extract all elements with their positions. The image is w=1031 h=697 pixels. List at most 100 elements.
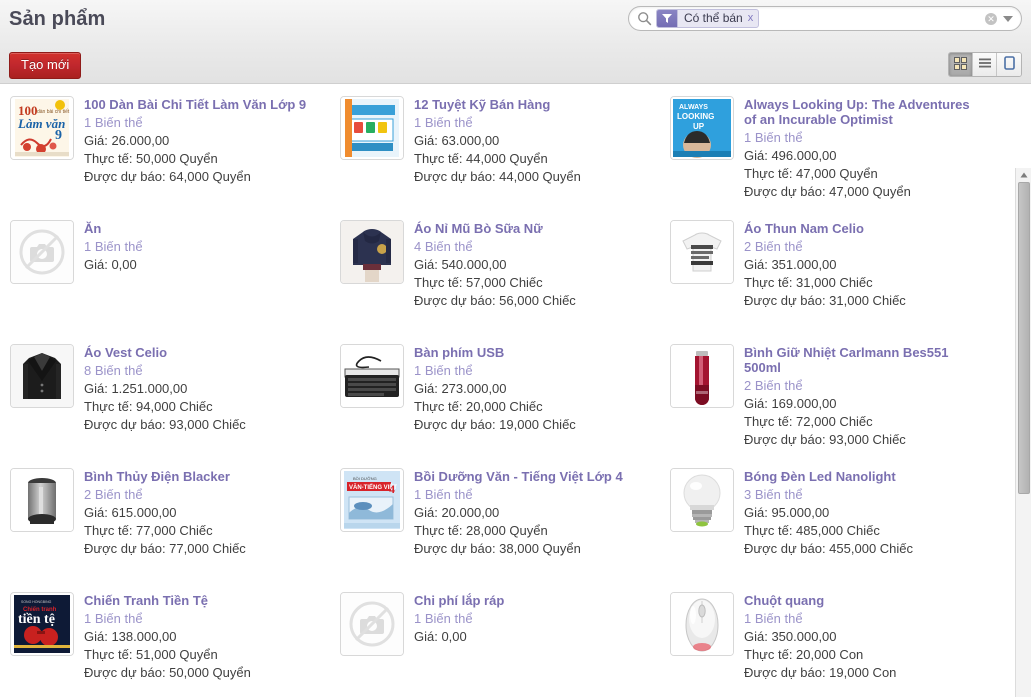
- product-variants-count: 8 Biến thể: [84, 363, 143, 378]
- product-forecast: Được dự báo: 56,000 Chiếc: [414, 293, 576, 308]
- product-price: Giá: 496.000,00: [744, 148, 837, 163]
- product-title-link[interactable]: Bàn phím USB: [414, 345, 654, 360]
- svg-text:dàn bài chi tiết: dàn bài chi tiết: [37, 109, 70, 115]
- product-title-link[interactable]: 100 Dàn Bài Chi Tiết Làm Văn Lớp 9: [84, 97, 324, 112]
- product-title-link[interactable]: Bình Giữ Nhiệt Carlmann Bes551 500ml: [744, 345, 982, 375]
- product-card[interactable]: Bàn phím USB 1 Biến thể Giá: 273.000,00 Thự…: [330, 336, 660, 460]
- scroll-up-arrow[interactable]: [1016, 168, 1031, 182]
- product-forecast: Được dự báo: 47,000 Quyển: [744, 184, 911, 199]
- product-variants-count: 4 Biến thể: [414, 239, 473, 254]
- product-variants-count: 1 Biến thể: [84, 115, 143, 130]
- search-facet-chip[interactable]: Có thể bán x: [656, 9, 760, 28]
- product-title-link[interactable]: Chi phí lắp ráp: [414, 593, 654, 608]
- create-new-button[interactable]: Tạo mới: [9, 52, 82, 79]
- product-card[interactable]: Áo Vest Celio 8 Biến thể Giá: 1.251.000,00…: [0, 336, 330, 460]
- view-card-button[interactable]: [997, 53, 1021, 76]
- svg-text:4: 4: [389, 482, 395, 496]
- product-info: Always Looking Up: The Adventures of an …: [744, 96, 1010, 201]
- svg-text:tiền tệ: tiền tệ: [18, 612, 55, 627]
- product-variants-count: 1 Biến thể: [84, 611, 143, 626]
- product-card[interactable]: Bình Giữ Nhiệt Carlmann Bes551 500ml 2 Bi…: [660, 336, 1016, 460]
- product-card[interactable]: Bóng Đèn Led Nanolight 3 Biến thể Giá: 95.…: [660, 460, 1016, 584]
- product-actual: Thực tế: 57,000 Chiếc: [414, 275, 543, 290]
- product-card[interactable]: 100 dàn bài chi tiết Làm văn 9 100 Dàn Bài C…: [0, 88, 330, 212]
- product-title-link[interactable]: Bình Thủy Điện Blacker: [84, 469, 324, 484]
- product-actual: Thực tế: 485,000 Chiếc: [744, 523, 880, 538]
- product-thumbnail: SONG HONGBING Chiến tranh tiền tệ: [10, 592, 74, 656]
- product-card[interactable]: BỒI DƯỠNG VĂN-TIẾNG VIỆT 4 Bồi Dưỡng Văn - …: [330, 460, 660, 584]
- product-title-link[interactable]: Bồi Dưỡng Văn - Tiếng Việt Lớp 4: [414, 469, 654, 484]
- product-title-link[interactable]: Chiến Tranh Tiền Tệ: [84, 593, 324, 608]
- product-card[interactable]: SONG HONGBING Chiến tranh tiền tệ Chiến Tra…: [0, 584, 330, 697]
- product-variants-count: 1 Biến thể: [414, 115, 473, 130]
- product-card[interactable]: 12 Tuyệt Kỹ Bán Hàng 1 Biến thể Giá: 63.00…: [330, 88, 660, 212]
- page-title: Sản phẩm: [9, 8, 106, 30]
- vertical-scrollbar[interactable]: [1015, 168, 1031, 697]
- product-grid-area: 100 dàn bài chi tiết Làm văn 9 100 Dàn Bài C…: [0, 84, 1031, 697]
- product-thumbnail: [670, 344, 734, 408]
- view-switcher[interactable]: [948, 52, 1022, 77]
- product-title-link[interactable]: Always Looking Up: The Adventures of an …: [744, 97, 982, 127]
- product-card[interactable]: Ăn 1 Biến thể Giá: 0,00: [0, 212, 330, 336]
- product-card[interactable]: Áo Nỉ Mũ Bò Sữa Nữ 4 Biến thể Giá: 540.000…: [330, 212, 660, 336]
- product-variants-count: 2 Biến thể: [744, 378, 803, 393]
- product-thumbnail: [340, 220, 404, 284]
- view-list-button[interactable]: [973, 53, 997, 76]
- no-image-placeholder-icon: [340, 592, 404, 656]
- product-variants-count: 1 Biến thể: [744, 130, 803, 145]
- product-thumbnail: [340, 344, 404, 408]
- product-title-link[interactable]: Áo Nỉ Mũ Bò Sữa Nữ: [414, 221, 654, 236]
- svg-text:SONG HONGBING: SONG HONGBING: [21, 600, 52, 604]
- svg-text:BỒI DƯỠNG: BỒI DƯỠNG: [353, 476, 377, 481]
- product-price: Giá: 169.000,00: [744, 396, 837, 411]
- chevron-down-icon[interactable]: [1003, 15, 1013, 22]
- product-grid: 100 dàn bài chi tiết Làm văn 9 100 Dàn Bài C…: [0, 84, 1016, 697]
- product-thumbnail: [340, 96, 404, 160]
- search-bar[interactable]: Có thể bán x ✕: [628, 6, 1022, 31]
- remove-facet-icon[interactable]: x: [747, 10, 758, 27]
- product-actual: Thực tế: 44,000 Quyển: [414, 151, 548, 166]
- product-price: Giá: 351.000,00: [744, 257, 837, 272]
- card-icon: [1003, 56, 1015, 73]
- view-grid-button[interactable]: [949, 53, 973, 76]
- product-actual: Thực tế: 47,000 Quyển: [744, 166, 878, 181]
- product-info: Bồi Dưỡng Văn - Tiếng Việt Lớp 4 1 Biến t…: [414, 468, 654, 558]
- product-price: Giá: 26.000,00: [84, 133, 170, 148]
- product-forecast: Được dự báo: 50,000 Quyển: [84, 665, 251, 680]
- clear-search-icon[interactable]: ✕: [985, 12, 997, 25]
- no-image-placeholder-icon: [10, 220, 74, 284]
- product-card[interactable]: Áo Thun Nam Celio 2 Biến thể Giá: 351.000,…: [660, 212, 1016, 336]
- product-card[interactable]: ALWAYS LOOKING UP Always Looking Up: The Ad…: [660, 88, 1016, 212]
- product-price: Giá: 63.000,00: [414, 133, 500, 148]
- product-title-link[interactable]: Bóng Đèn Led Nanolight: [744, 469, 982, 484]
- product-info: Chuột quang 1 Biến thể Giá: 350.000,00 Thực…: [744, 592, 1010, 682]
- scrollbar-thumb[interactable]: [1018, 182, 1030, 494]
- product-thumbnail: [670, 468, 734, 532]
- product-forecast: Được dự báo: 44,000 Quyển: [414, 169, 581, 184]
- product-price: Giá: 1.251.000,00: [84, 381, 188, 396]
- product-variants-count: 1 Biến thể: [84, 239, 143, 254]
- product-actual: Thực tế: 28,000 Quyển: [414, 523, 548, 538]
- product-info: Áo Thun Nam Celio 2 Biến thể Giá: 351.000,…: [744, 220, 1010, 310]
- product-card[interactable]: Bình Thủy Điện Blacker 2 Biến thể Giá: 615…: [0, 460, 330, 584]
- product-title-link[interactable]: 12 Tuyệt Kỹ Bán Hàng: [414, 97, 654, 112]
- product-price: Giá: 350.000,00: [744, 629, 837, 644]
- product-info: Áo Nỉ Mũ Bò Sữa Nữ 4 Biến thể Giá: 540.000…: [414, 220, 654, 310]
- product-variants-count: 2 Biến thể: [744, 239, 803, 254]
- product-title-link[interactable]: Ăn: [84, 221, 324, 236]
- product-card[interactable]: Chi phí lắp ráp 1 Biến thể Giá: 0,00: [330, 584, 660, 697]
- product-variants-count: 1 Biến thể: [414, 487, 473, 502]
- product-title-link[interactable]: Chuột quang: [744, 593, 982, 608]
- product-price: Giá: 273.000,00: [414, 381, 507, 396]
- search-input[interactable]: [759, 10, 985, 27]
- product-price: Giá: 0,00: [414, 629, 467, 644]
- product-title-link[interactable]: Áo Vest Celio: [84, 345, 324, 360]
- product-card[interactable]: Chuột quang 1 Biến thể Giá: 350.000,00 Thực…: [660, 584, 1016, 697]
- product-title-link[interactable]: Áo Thun Nam Celio: [744, 221, 982, 236]
- product-actual: Thực tế: 94,000 Chiếc: [84, 399, 213, 414]
- product-variants-count: 2 Biến thể: [84, 487, 143, 502]
- list-icon: [978, 57, 992, 72]
- svg-text:UP: UP: [693, 122, 705, 131]
- product-forecast: Được dự báo: 93,000 Chiếc: [744, 432, 906, 447]
- svg-text:LOOKING: LOOKING: [677, 112, 714, 121]
